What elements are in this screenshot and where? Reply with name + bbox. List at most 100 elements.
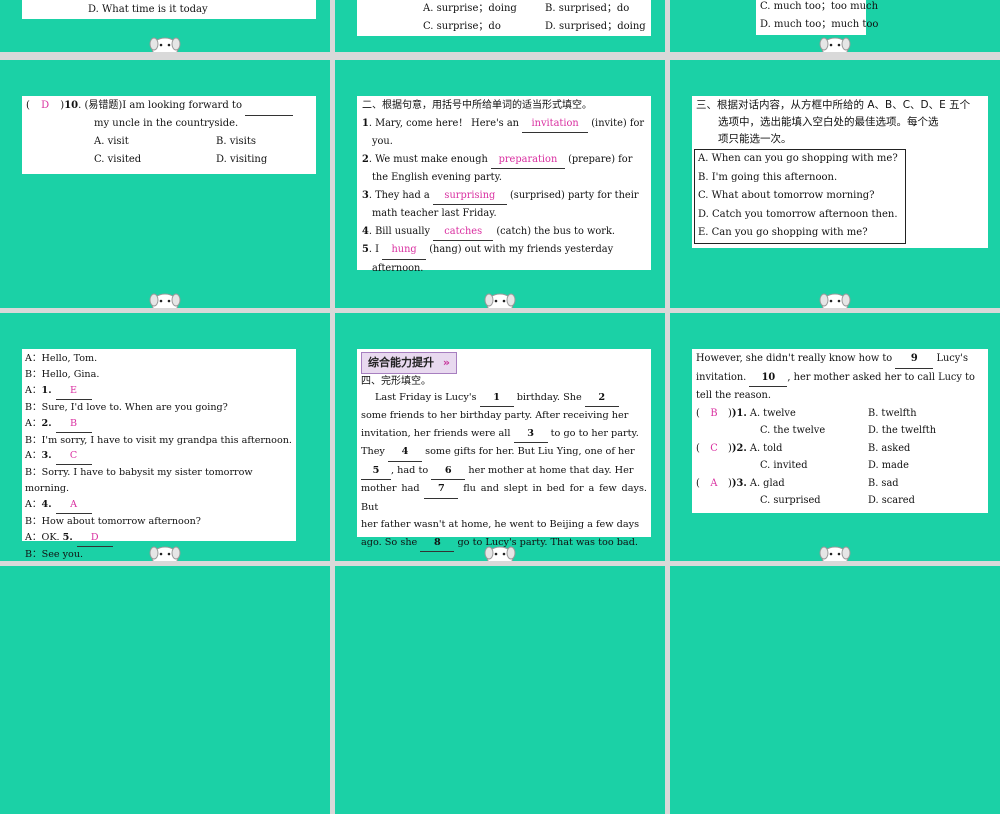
mascot-icon (819, 293, 851, 308)
item-1: 1. Mary, come here！ Here's an invitation… (362, 115, 646, 133)
slide-11 (335, 566, 665, 814)
item-5: 5. I hung (hang) out with my friends yes… (362, 241, 646, 260)
dialogue-line: B：Sure, I'd love to. When are you going? (25, 401, 228, 413)
option-c: C. surprise；do (423, 21, 501, 32)
blank-5: 5 (361, 462, 391, 480)
blank-10: 10 (749, 369, 788, 387)
dialogue-line: B：How about tomorrow afternoon? (25, 516, 201, 528)
option-a: A. told (749, 442, 783, 454)
answer-blank: C (55, 448, 92, 466)
passage-line: tell the reason. (696, 390, 771, 401)
question-row: C. the twelve D. the twelfth (696, 422, 984, 440)
slide-4: ( D )10. (易错题)I am looking forward to my… (0, 60, 330, 308)
slide-12 (670, 566, 1000, 814)
box-option-a: A. When can you go shopping with me? (698, 153, 898, 164)
slide-9: However, she didn't really know how to 9… (670, 313, 1000, 561)
answer-blank: D (76, 530, 113, 547)
answer-blank: invitation (522, 115, 589, 133)
question-card: 三、根据对话内容，从方框中所给的 A、B、C、D、E 五个 选项中，选出能填入空… (692, 96, 988, 248)
question-row: ( B ))1. A. twelve B. twelfth (696, 405, 984, 423)
item-4: 4. Bill usually catches (catch) the bus … (362, 223, 646, 241)
option-d: D. made (868, 460, 909, 471)
slide-7: A：Hello, Tom. B：Hello, Gina. A：1. E B：Sure, … (0, 313, 330, 561)
option-c: C. invited (760, 460, 808, 471)
dialogue-line: B：I'm sorry, I have to visit my grandpa … (25, 434, 292, 446)
answer-blank: B (55, 416, 92, 433)
cloze-card: 综合能力提升 四、完形填空。 Last Friday is Lucy's 1 b… (357, 349, 651, 552)
box-option-e: E. Can you go shopping with me? (698, 227, 868, 238)
item-1-cont: you. (372, 136, 393, 147)
question-card: However, she didn't really know how to 9… (692, 349, 988, 513)
option-c: C. much too；too much (760, 1, 879, 12)
option-a: A. surprise；doing (423, 3, 517, 14)
section-badge: 综合能力提升 (361, 352, 457, 374)
box-option-c: C. What about tomorrow morning? (698, 190, 875, 201)
cloze-passage: Last Friday is Lucy's 1 birthday. She 2 … (361, 389, 647, 552)
blank-6: 6 (431, 462, 466, 480)
section-title: 四、完形填空。 (361, 375, 431, 387)
option-d: D. surprised；doing (545, 21, 646, 32)
option-d: D. the twelfth (868, 425, 937, 436)
option-c: C. the twelve (760, 425, 826, 436)
option-c: C. surprised (760, 495, 821, 506)
blank-7: 7 (424, 480, 459, 499)
blank-1: 1 (479, 389, 514, 407)
slide-3: C. much too；too much D. much too；much to… (670, 0, 1000, 52)
option-b: B. asked (868, 442, 911, 454)
mascot-icon (484, 546, 516, 561)
section-title: 三、根据对话内容，从方框中所给的 A、B、C、D、E 五个 选项中，选出能填入空… (696, 99, 971, 145)
option-b: B. surprised；do (545, 3, 630, 14)
question-card: 二、根据句意，用括号中所给单词的适当形式填空。 1. Mary, come he… (357, 96, 651, 274)
blank-2: 2 (584, 389, 619, 407)
section-title: 二、根据句意，用括号中所给单词的适当形式填空。 (362, 100, 592, 111)
option-a: A. glad (749, 477, 785, 489)
passage-line: However, she didn't really know how to 9… (696, 350, 984, 369)
answer-blank: preparation (490, 151, 565, 169)
answer-blank: surprising (432, 187, 507, 205)
dialogue-line: A：3. C (25, 448, 293, 466)
dialogue-line: B：Hello, Gina. (25, 368, 100, 380)
blank-3: 3 (513, 425, 548, 443)
question-card: A. surprise；doing B. surprised；do C. sur… (357, 0, 651, 36)
dialogue-line: A：4. A (25, 497, 293, 515)
dialogue-card: A：Hello, Tom. B：Hello, Gina. A：1. E B：Sure, … (22, 349, 296, 560)
answer-blank: hung (382, 241, 427, 260)
passage-line: invitation. 10, her mother asked her to … (696, 369, 984, 387)
question-card: D. What time is it today (22, 0, 316, 19)
option-a: A. visit (94, 136, 129, 147)
item-5-cont: afternoon. (372, 262, 424, 274)
box-option-b: B. I'm going this afternoon. (698, 171, 838, 183)
question-row: C. invited D. made (696, 457, 984, 475)
question-text: . (易错题)I am looking forward to (78, 100, 242, 111)
item-3: 3. They had a surprising (surprised) par… (362, 187, 646, 205)
question-line: ( D )10. (易错题)I am looking forward to (26, 97, 294, 116)
mascot-icon (149, 293, 181, 308)
option-b: B. visits (216, 136, 257, 147)
answer-blank: A (55, 497, 92, 515)
answer: C (710, 442, 718, 454)
mascot-icon (149, 37, 181, 52)
option-d: D. scared (868, 495, 915, 506)
answer: B (710, 407, 718, 419)
mascot-icon (484, 293, 516, 308)
option-c: C. visited (94, 154, 142, 165)
answer: D (41, 100, 50, 111)
item-3-cont: math teacher last Friday. (372, 208, 497, 219)
slide-10 (0, 566, 330, 814)
question-row: C. surprised D. scared (696, 492, 984, 510)
option-b: B. twelfth (868, 407, 917, 419)
box-option-d: D. Catch you tomorrow afternoon then. (698, 208, 898, 220)
dialogue-line: A：Hello, Tom. (25, 353, 98, 364)
mascot-icon (819, 546, 851, 561)
question-card: ( D )10. (易错题)I am looking forward to my… (22, 96, 316, 174)
option-d: D. visiting (216, 154, 268, 165)
item-2: 2. We must make enough preparation (prep… (362, 151, 646, 169)
dialogue-line: B：Sorry. I have to babysit my sister tom… (25, 467, 253, 495)
option-d: D. What time is it today (88, 4, 208, 15)
question-row: ( A ))3. A. glad B. sad (696, 475, 984, 493)
mascot-icon (819, 37, 851, 52)
slide-6: 三、根据对话内容，从方框中所给的 A、B、C、D、E 五个 选项中，选出能填入空… (670, 60, 1000, 308)
option-b: B. sad (868, 477, 899, 489)
option-a: A. twelve (749, 407, 796, 419)
blank (245, 97, 294, 116)
